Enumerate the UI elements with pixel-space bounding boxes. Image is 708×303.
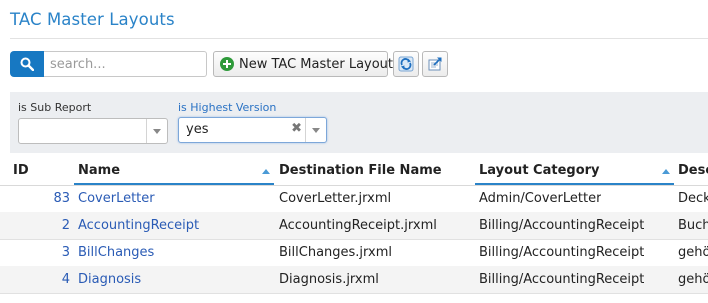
- clear-icon[interactable]: ✖: [291, 121, 302, 136]
- column-header-description[interactable]: Desc: [678, 163, 708, 178]
- cell-category: Billing/AccountingReceipt: [479, 218, 645, 233]
- cell-id: 83: [53, 191, 70, 206]
- cell-id: 2: [61, 218, 70, 233]
- sort-asc-icon[interactable]: [662, 169, 670, 174]
- table-row[interactable]: 4 Diagnosis Diagnosis.jrxml Billing/Acco…: [0, 266, 708, 294]
- column-header-layout-category[interactable]: Layout Category: [479, 163, 600, 178]
- grid-header: ID Name Destination File Name Layout Cat…: [0, 157, 708, 186]
- cell-file-name: Diagnosis.jrxml: [279, 272, 379, 287]
- page-title: TAC Master Layouts: [10, 10, 175, 29]
- cell-name-link[interactable]: CoverLetter: [78, 191, 155, 206]
- search-icon: [20, 57, 34, 71]
- cell-file-name: AccountingReceipt.jrxml: [279, 218, 437, 233]
- sub-report-select[interactable]: [18, 118, 168, 144]
- cell-id: 3: [61, 245, 70, 260]
- export-icon: [428, 57, 442, 71]
- chevron-down-icon[interactable]: [305, 118, 326, 142]
- column-header-name[interactable]: Name: [78, 163, 120, 178]
- export-button[interactable]: [422, 51, 448, 77]
- filter-label-sub-report: is Sub Report: [18, 101, 92, 114]
- chevron-down-icon[interactable]: [146, 119, 167, 143]
- column-header-destination-file-name[interactable]: Destination File Name: [279, 163, 442, 178]
- cell-category: Billing/AccountingReceipt: [479, 272, 645, 287]
- table-row[interactable]: 2 AccountingReceipt AccountingReceipt.jr…: [0, 212, 708, 240]
- table-row[interactable]: 3 BillChanges BillChanges.jrxml Billing/…: [0, 239, 708, 267]
- table-row[interactable]: 83 CoverLetter CoverLetter.jrxml Admin/C…: [0, 185, 708, 213]
- cell-id: 4: [61, 272, 70, 287]
- highest-version-select[interactable]: yes ✖: [178, 117, 327, 143]
- search-input[interactable]: [44, 51, 207, 77]
- new-button-label: New TAC Master Layout: [239, 56, 394, 72]
- cell-description: Buch: [678, 218, 708, 233]
- cell-description: gehö: [678, 245, 708, 260]
- cell-category: Admin/CoverLetter: [479, 191, 602, 206]
- sort-asc-icon[interactable]: [262, 169, 270, 174]
- cell-name-link[interactable]: AccountingReceipt: [78, 218, 199, 233]
- title-divider: [10, 38, 708, 39]
- new-tac-master-layout-button[interactable]: New TAC Master Layout: [213, 51, 393, 77]
- search-button[interactable]: [10, 51, 44, 77]
- highest-version-value: yes: [186, 122, 209, 137]
- filter-panel: is Sub Report is Highest Version yes ✖: [10, 92, 708, 153]
- cell-name-link[interactable]: Diagnosis: [78, 272, 141, 287]
- column-header-id[interactable]: ID: [13, 163, 29, 178]
- plus-icon: [220, 57, 234, 71]
- refresh-button[interactable]: [393, 51, 419, 77]
- cell-description: gehö: [678, 272, 708, 287]
- filter-label-highest-version: is Highest Version: [178, 101, 277, 114]
- cell-name-link[interactable]: BillChanges: [78, 245, 154, 260]
- cell-description: Deck: [678, 191, 708, 206]
- refresh-icon: [398, 56, 414, 72]
- cell-file-name: CoverLetter.jrxml: [279, 191, 392, 206]
- cell-category: Billing/AccountingReceipt: [479, 245, 645, 260]
- cell-file-name: BillChanges.jrxml: [279, 245, 393, 260]
